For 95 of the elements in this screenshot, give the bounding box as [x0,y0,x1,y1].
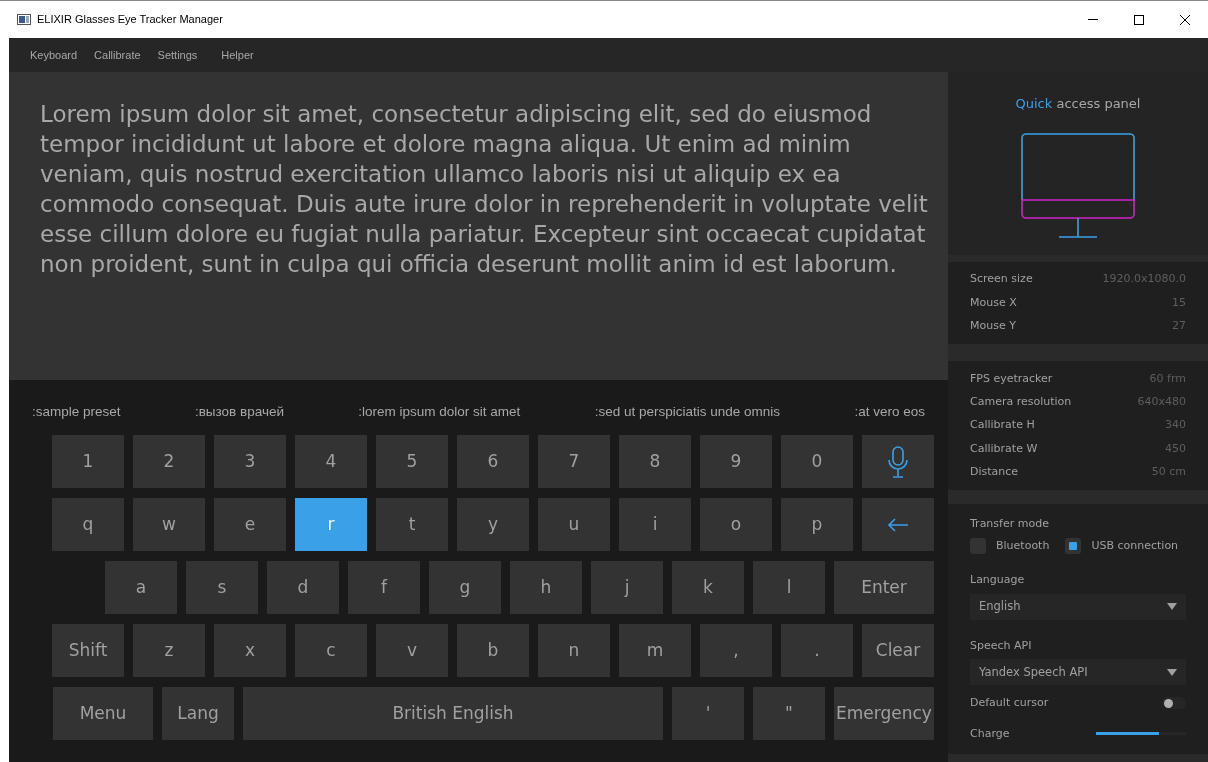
key-button[interactable]: . [781,624,853,678]
info-label: FPS eyetracker [970,370,1053,387]
caret-down-icon [1167,668,1177,676]
key-button[interactable]: f [348,561,420,615]
toggle-switch[interactable] [1162,697,1186,710]
info-label: Screen size [970,271,1033,288]
key-button[interactable]: " [753,687,825,741]
key-button[interactable]: 8 [619,435,691,489]
info-value: 450 [1165,440,1186,457]
info-value: 640x480 [1137,394,1186,410]
key-button[interactable]: r [295,498,367,552]
key-button[interactable]: n [538,624,610,678]
key-button[interactable]: w [133,498,205,552]
key-button[interactable]: x [214,624,286,678]
key-button[interactable]: v [376,624,448,678]
info-value: 50 cm [1151,464,1186,481]
key-button[interactable]: 9 [700,435,772,489]
close-icon [1180,14,1190,25]
field-label: Transfer mode [970,516,1050,533]
info-value: 1920.0x1080.0 [1102,271,1186,288]
key-button[interactable]: t [376,498,448,552]
key-button[interactable]: 2 [133,435,205,489]
key-button[interactable]: , [700,624,772,678]
key-button[interactable]: Enter [834,561,934,615]
key-button[interactable]: i [619,498,691,552]
key-button[interactable]: q [52,498,124,552]
info-value: 27 [1172,318,1186,335]
preset-button[interactable]: :at vero eos [854,402,925,423]
info-label: Mouse X [970,294,1017,311]
field-label: Speech API [970,637,1033,654]
preset-button[interactable]: :вызов врачей [194,402,284,423]
key-button[interactable]: Lang [162,687,234,741]
key-button[interactable]: d [267,561,339,615]
nav-link[interactable]: Settings [157,46,198,64]
key-button[interactable]: s [186,561,258,615]
space-key[interactable]: British English [243,687,663,741]
key-button[interactable]: 6 [457,435,529,489]
key-button[interactable]: Menu [53,687,153,741]
key-button[interactable]: l [753,561,825,615]
info-value: 340 [1165,417,1186,434]
field-label: Charge [970,725,1010,742]
nav-link[interactable]: Helper [221,46,254,64]
key-button[interactable]: m [619,624,691,678]
key-button[interactable]: 3 [214,435,286,489]
key-button[interactable]: h [510,561,582,615]
key-button[interactable]: k [672,561,744,615]
key-button[interactable]: a [105,561,177,615]
key-button[interactable]: j [591,561,663,615]
key-button[interactable]: 5 [376,435,448,489]
key-button[interactable]: c [295,624,367,678]
microphone-icon [888,445,908,478]
nav-link[interactable]: Keyboard [30,46,78,64]
info-value: 60 frm [1149,370,1186,387]
window-title: ELIXIR Glasses Eye Tracker Manager [37,12,223,28]
info-label: Distance [970,464,1019,481]
arrow-left-icon [887,517,909,532]
field-label: Language [970,572,1026,589]
panel-title: Quick access panel [1015,95,1141,113]
preset-button[interactable]: :sample preset [32,402,121,423]
key-button[interactable]: u [538,498,610,552]
key-button[interactable]: y [457,498,529,552]
key-button[interactable]: 1 [52,435,124,489]
preset-button[interactable]: :lorem ipsum dolor sit amet [358,402,521,423]
maximize-icon [1134,14,1144,25]
key-button[interactable]: o [700,498,772,552]
preset-button[interactable]: :sed ut perspiciatis unde omnis [594,402,781,423]
key-button[interactable]: 0 [781,435,853,489]
key-button[interactable]: ' [672,687,744,741]
radio-option[interactable]: Bluetooth [970,537,1050,555]
dropdown[interactable]: English [970,593,1186,620]
minimize-icon [1088,19,1098,20]
key-button[interactable]: Clear [862,624,934,678]
nav-link[interactable]: Callibrate [94,46,141,64]
key-button[interactable]: z [133,624,205,678]
microphone-key[interactable] [862,435,934,489]
key-button[interactable]: p [781,498,853,552]
info-label: Callibrate H [970,417,1035,434]
key-button[interactable]: e [214,498,286,552]
info-label: Camera resolution [970,394,1072,410]
radio-option[interactable]: USB connection [1065,537,1179,555]
caret-down-icon [1167,603,1177,611]
key-button[interactable]: b [457,624,529,678]
monitor-icon [1021,132,1135,239]
info-label: Mouse Y [970,318,1016,335]
key-button[interactable]: g [429,561,501,615]
field-label: Default cursor [970,695,1049,712]
info-label: Callibrate W [970,440,1038,457]
emergency-key[interactable]: Emergency [834,687,934,741]
text-area[interactable]: Lorem ipsum dolor sit amet, consectetur adipiscing elit, sed do eiusmod tempor incididunt ut labore et dolore magna aliqua. Ut enim ad minim veniam, quis nostrud exercitation ullamco laboris nisi ut aliquip ex ea commodo consequat. Duis aute irure dolor in reprehenderit in voluptate velit esse cillum dolore eu fugiat nulla pariatur. Excepteur sint occaecat cupidatat non proident, sunt in culpa qui officia deserunt mollit anim id est laborum. [9,72,948,380]
dropdown[interactable]: Yandex Speech API [970,659,1186,686]
key-button[interactable]: 7 [538,435,610,489]
app-icon [17,14,31,25]
info-value: 15 [1172,294,1186,311]
key-button[interactable]: Shift [52,624,124,678]
key-button[interactable]: 4 [295,435,367,489]
